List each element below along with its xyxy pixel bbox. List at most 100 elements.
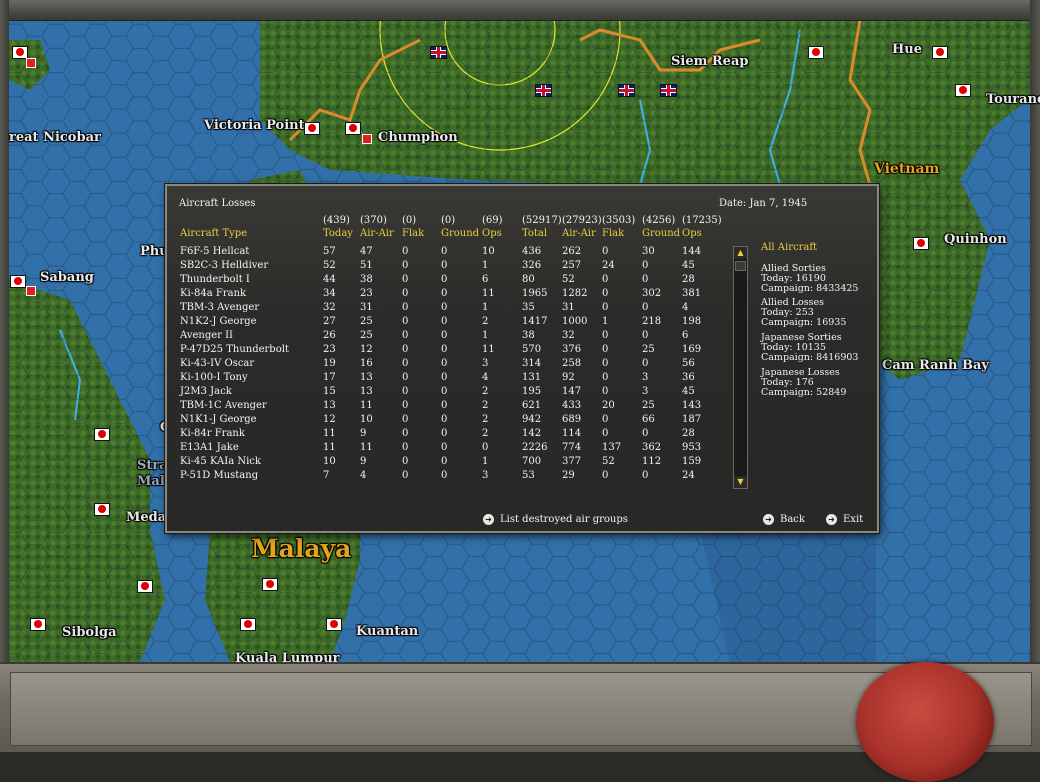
unit-marker-icon[interactable] — [362, 134, 372, 144]
table-cell: 11 — [323, 428, 336, 439]
table-cell: 0 — [441, 386, 448, 397]
column-total: (370) — [360, 215, 387, 226]
arrow-right-icon: ➜ — [763, 514, 774, 525]
japanese-unit-icon[interactable] — [137, 580, 153, 593]
table-cell: 25 — [642, 400, 655, 411]
label-sibolga: Sibolga — [62, 625, 117, 640]
table-cell: 2 — [482, 316, 489, 327]
column-total: (3503) — [602, 215, 636, 226]
table-cell: 774 — [562, 442, 582, 453]
table-cell: 1282 — [562, 288, 588, 299]
japanese-unit-icon[interactable] — [262, 578, 278, 591]
table-cell: 3 — [642, 372, 649, 383]
table-cell: 195 — [522, 386, 542, 397]
column-header[interactable]: Ground — [441, 228, 479, 239]
table-cell: 144 — [682, 246, 702, 257]
table-cell: 302 — [642, 288, 662, 299]
japanese-unit-icon[interactable] — [94, 428, 110, 441]
table-cell: 0 — [602, 302, 609, 313]
table-cell: 0 — [441, 400, 448, 411]
column-header[interactable]: Today — [323, 228, 353, 239]
japanese-unit-icon[interactable] — [10, 275, 26, 288]
table-cell: 0 — [402, 428, 409, 439]
table-cell: 0 — [441, 456, 448, 467]
scroll-thumb[interactable] — [735, 261, 746, 271]
column-header[interactable]: Ground — [642, 228, 680, 239]
label-malacca: Mal — [137, 474, 165, 489]
table-cell: 31 — [360, 302, 373, 313]
table-scrollbar[interactable]: ▲ ▼ — [733, 246, 748, 489]
column-header[interactable]: Air-Air — [562, 228, 596, 239]
japanese-unit-icon[interactable] — [240, 618, 256, 631]
table-cell: 257 — [562, 260, 582, 271]
allied-unit-icon[interactable] — [618, 84, 635, 97]
summary-campaign: Campaign: 52849 — [761, 387, 847, 398]
japanese-unit-icon[interactable] — [94, 503, 110, 516]
list-destroyed-groups-button[interactable]: ➜ List destroyed air groups — [483, 514, 628, 525]
table-cell: 0 — [441, 428, 448, 439]
table-cell: 0 — [402, 246, 409, 257]
aircraft-filter-link[interactable]: All Aircraft — [761, 242, 817, 253]
unit-marker-icon[interactable] — [26, 58, 36, 68]
table-cell: 0 — [441, 316, 448, 327]
allied-unit-icon[interactable] — [535, 84, 552, 97]
table-cell: 10 — [360, 414, 373, 425]
table-cell: 570 — [522, 344, 542, 355]
table-cell: 2 — [482, 414, 489, 425]
aircraft-name: Ki-45 KAIa Nick — [180, 456, 261, 467]
allied-unit-icon[interactable] — [430, 46, 447, 59]
table-cell: 32 — [562, 330, 575, 341]
table-cell: 2 — [482, 386, 489, 397]
label-chumphon: Chumphon — [378, 130, 458, 145]
aircraft-name: TBM-3 Avenger — [180, 302, 260, 313]
column-header[interactable]: Flak — [402, 228, 424, 239]
japanese-unit-icon[interactable] — [326, 618, 342, 631]
column-header[interactable]: Total — [522, 228, 547, 239]
japanese-unit-icon[interactable] — [808, 46, 824, 59]
list-destroyed-groups-label: List destroyed air groups — [500, 514, 628, 525]
table-cell: 66 — [642, 414, 655, 425]
aircraft-name: P-47D25 Thunderbolt — [180, 344, 289, 355]
japanese-unit-icon[interactable] — [932, 46, 948, 59]
table-cell: 0 — [642, 470, 649, 481]
scroll-up-icon[interactable]: ▲ — [734, 247, 747, 259]
table-cell: 377 — [562, 456, 582, 467]
aircraft-name: Ki-100-I Tony — [180, 372, 248, 383]
end-turn-seal-button[interactable] — [856, 662, 994, 782]
label-vietnam: Vietnam — [874, 161, 940, 177]
column-header[interactable]: Ops — [482, 228, 502, 239]
japanese-unit-icon[interactable] — [913, 237, 929, 250]
label-quinhon: Quinhon — [944, 232, 1007, 247]
table-cell: 0 — [602, 358, 609, 369]
table-cell: 0 — [441, 274, 448, 285]
table-cell: 36 — [682, 372, 695, 383]
japanese-unit-icon[interactable] — [30, 618, 46, 631]
scroll-down-icon[interactable]: ▼ — [734, 476, 747, 488]
header-aircraft-type[interactable]: Aircraft Type — [180, 228, 247, 239]
table-cell: 0 — [441, 302, 448, 313]
table-cell: 35 — [522, 302, 535, 313]
table-cell: 942 — [522, 414, 542, 425]
table-cell: 24 — [602, 260, 615, 271]
unit-marker-icon[interactable] — [26, 286, 36, 296]
table-cell: 0 — [602, 246, 609, 257]
table-cell: 0 — [441, 260, 448, 271]
exit-button[interactable]: ➜ Exit — [826, 514, 863, 525]
column-header[interactable]: Flak — [602, 228, 624, 239]
column-header[interactable]: Ops — [682, 228, 702, 239]
label-cam-ranh-bay: Cam Ranh Bay — [882, 358, 989, 373]
column-header[interactable]: Air-Air — [360, 228, 394, 239]
table-cell: 0 — [441, 470, 448, 481]
table-cell: 0 — [441, 442, 448, 453]
japanese-unit-icon[interactable] — [304, 122, 320, 135]
japanese-unit-icon[interactable] — [955, 84, 971, 97]
japanese-unit-icon[interactable] — [345, 122, 361, 135]
back-button[interactable]: ➜ Back — [763, 514, 805, 525]
table-cell: 6 — [482, 274, 489, 285]
table-cell: 0 — [642, 358, 649, 369]
allied-unit-icon[interactable] — [660, 84, 677, 97]
table-cell: 0 — [602, 330, 609, 341]
aircraft-name: J2M3 Jack — [180, 386, 232, 397]
table-cell: 0 — [642, 428, 649, 439]
table-cell: 0 — [441, 372, 448, 383]
